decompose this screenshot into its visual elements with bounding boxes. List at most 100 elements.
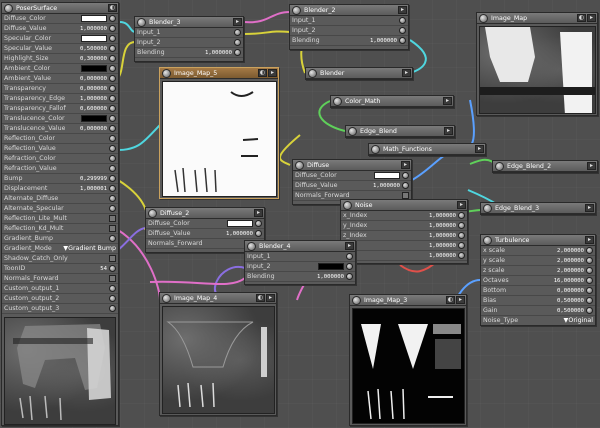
expand-icon[interactable]: ▸ xyxy=(475,145,484,153)
expand-icon[interactable]: ▸ xyxy=(457,201,466,209)
input-pin-icon[interactable] xyxy=(399,27,406,34)
expand-icon[interactable]: ▸ xyxy=(587,162,596,170)
surface-row-value[interactable]: 1,000001 xyxy=(65,186,107,192)
input-pin-icon[interactable] xyxy=(109,195,116,202)
noise-x-index-value[interactable]: 1,000000 xyxy=(414,213,456,219)
checkbox[interactable] xyxy=(109,225,116,232)
image-map-5-header[interactable]: Image_Map_5 ◐ ▸ xyxy=(160,68,278,79)
noise-min-value[interactable]: 1,000000 xyxy=(414,243,456,249)
blender-node[interactable]: Blender ▸ xyxy=(305,67,413,80)
blender-2-header[interactable]: Blender_2 ▸ xyxy=(290,5,408,16)
turbulence-node[interactable]: Turbulence ▸ x scale 2,000000 y scale 2,000… xyxy=(480,234,596,326)
input-pin-icon[interactable] xyxy=(109,55,116,62)
input-pin-icon[interactable] xyxy=(234,49,241,56)
input-pin-icon[interactable] xyxy=(109,285,116,292)
input-pin-icon[interactable] xyxy=(109,165,116,172)
diffuse-value[interactable]: 1,000000 xyxy=(358,183,400,189)
turbulence-row-value[interactable]: 0,500000 xyxy=(542,298,584,304)
preview-toggle-icon[interactable]: ◐ xyxy=(256,294,265,302)
input-pin-icon[interactable] xyxy=(586,277,593,284)
input-pin-icon[interactable] xyxy=(255,220,262,227)
input-pin-icon[interactable] xyxy=(402,182,409,189)
preview-toggle-icon[interactable]: ◐ xyxy=(258,69,267,77)
input-pin-icon[interactable] xyxy=(109,205,116,212)
expand-icon[interactable]: ▸ xyxy=(587,14,596,22)
shader-canvas[interactable]: PoserSurface ◐ Diffuse_Color Diffuse_Valu… xyxy=(0,0,600,428)
edge-blend-3-node[interactable]: Edge_Blend_3 ▸ xyxy=(480,202,596,215)
color-swatch[interactable] xyxy=(81,35,107,42)
input-pin-icon[interactable] xyxy=(586,257,593,264)
blender-header[interactable]: Blender ▸ xyxy=(306,68,412,79)
input-pin-icon[interactable] xyxy=(402,172,409,179)
surface-row-value[interactable]: 0,299999 xyxy=(65,176,107,182)
turbulence-row-value[interactable]: 16,000000 xyxy=(542,278,584,284)
input-pin-icon[interactable] xyxy=(109,115,116,122)
blender-4-blending-value[interactable]: 1,000000 xyxy=(302,274,344,280)
turbulence-row-value[interactable]: 2,000000 xyxy=(542,258,584,264)
gradient-mode-dropdown[interactable]: ▼Gradient Bump xyxy=(63,245,116,252)
input-pin-icon[interactable] xyxy=(346,263,353,270)
input-pin-icon[interactable] xyxy=(109,155,116,162)
edge-blend-node[interactable]: Edge_Blend ▸ xyxy=(345,125,455,138)
normals-forward-checkbox[interactable] xyxy=(402,192,409,199)
edge-blend-header[interactable]: Edge_Blend ▸ xyxy=(346,126,454,137)
noise-y-index-value[interactable]: 1,000000 xyxy=(414,223,456,229)
input-pin-icon[interactable] xyxy=(109,135,116,142)
input-pin-icon[interactable] xyxy=(109,65,116,72)
preview-toggle-icon[interactable]: ◐ xyxy=(446,296,455,304)
input-pin-icon[interactable] xyxy=(346,273,353,280)
input-pin-icon[interactable] xyxy=(109,235,116,242)
blender-4-input2-swatch[interactable] xyxy=(318,263,344,270)
image-map-node[interactable]: Image_Map ◐ ▸ xyxy=(476,12,598,116)
noise-node[interactable]: Noise ▸ x_Index 1,000000 y_Index 1,000000 … xyxy=(340,199,468,264)
input-pin-icon[interactable] xyxy=(109,125,116,132)
input-pin-icon[interactable] xyxy=(109,25,116,32)
input-pin-icon[interactable] xyxy=(109,85,116,92)
image-map-4-node[interactable]: Image_Map_4 ◐ ▸ xyxy=(159,292,277,416)
preview-toggle-icon[interactable]: ◐ xyxy=(577,14,586,22)
turbulence-row-value[interactable]: 2,000000 xyxy=(542,248,584,254)
input-pin-icon[interactable] xyxy=(458,232,465,239)
image-map-3-node[interactable]: Image_Map_3 ◐ ▸ xyxy=(349,294,467,426)
diffuse-header[interactable]: Diffuse ▸ xyxy=(293,160,411,171)
blender-3-node[interactable]: Blender_3 ▸ Input_1 Input_2 Blending 1,00… xyxy=(134,16,244,62)
input-pin-icon[interactable] xyxy=(109,175,116,182)
input-pin-icon[interactable] xyxy=(109,265,116,272)
input-pin-icon[interactable] xyxy=(586,307,593,314)
image-map-5-node[interactable]: Image_Map_5 ◐ ▸ xyxy=(159,67,279,199)
input-pin-icon[interactable] xyxy=(109,35,116,42)
expand-icon[interactable]: ▸ xyxy=(585,236,594,244)
checkbox[interactable] xyxy=(109,215,116,222)
expand-icon[interactable]: ▸ xyxy=(402,69,411,77)
input-pin-icon[interactable] xyxy=(255,230,262,237)
blender-4-header[interactable]: Blender_4 ▸ xyxy=(245,241,355,252)
input-pin-icon[interactable] xyxy=(399,37,406,44)
image-map-4-header[interactable]: Image_Map_4 ◐ ▸ xyxy=(160,293,276,304)
expand-icon[interactable]: ▸ xyxy=(456,296,465,304)
expand-icon[interactable]: ▸ xyxy=(444,127,453,135)
input-pin-icon[interactable] xyxy=(109,95,116,102)
input-pin-icon[interactable] xyxy=(109,75,116,82)
preview-toggle-icon[interactable]: ◐ xyxy=(108,4,117,12)
expand-icon[interactable]: ▸ xyxy=(401,161,410,169)
expand-icon[interactable]: ▸ xyxy=(398,6,407,14)
input-pin-icon[interactable] xyxy=(109,185,116,192)
diffuse-2-value[interactable]: 1,000000 xyxy=(211,231,253,237)
checkbox[interactable] xyxy=(109,255,116,262)
surface-row-value[interactable]: 0,600000 xyxy=(66,106,107,112)
edge-blend-2-header[interactable]: Edge_Blend_2 ▸ xyxy=(493,161,597,172)
poser-surface-header[interactable]: PoserSurface ◐ xyxy=(2,3,118,14)
diffuse-2-header[interactable]: Diffuse_2 ▸ xyxy=(146,208,264,219)
input-pin-icon[interactable] xyxy=(109,295,116,302)
input-pin-icon[interactable] xyxy=(399,17,406,24)
edge-blend-3-header[interactable]: Edge_Blend_3 ▸ xyxy=(481,203,595,214)
expand-icon[interactable]: ▸ xyxy=(345,242,354,250)
color-swatch[interactable] xyxy=(81,15,107,22)
turbulence-row-value[interactable]: 2,000000 xyxy=(542,268,584,274)
blender-3-header[interactable]: Blender_3 ▸ xyxy=(135,17,243,28)
surface-row-value[interactable]: 54 xyxy=(65,266,107,272)
input-pin-icon[interactable] xyxy=(346,253,353,260)
input-pin-icon[interactable] xyxy=(586,287,593,294)
input-pin-icon[interactable] xyxy=(586,297,593,304)
expand-icon[interactable]: ▸ xyxy=(268,69,277,77)
